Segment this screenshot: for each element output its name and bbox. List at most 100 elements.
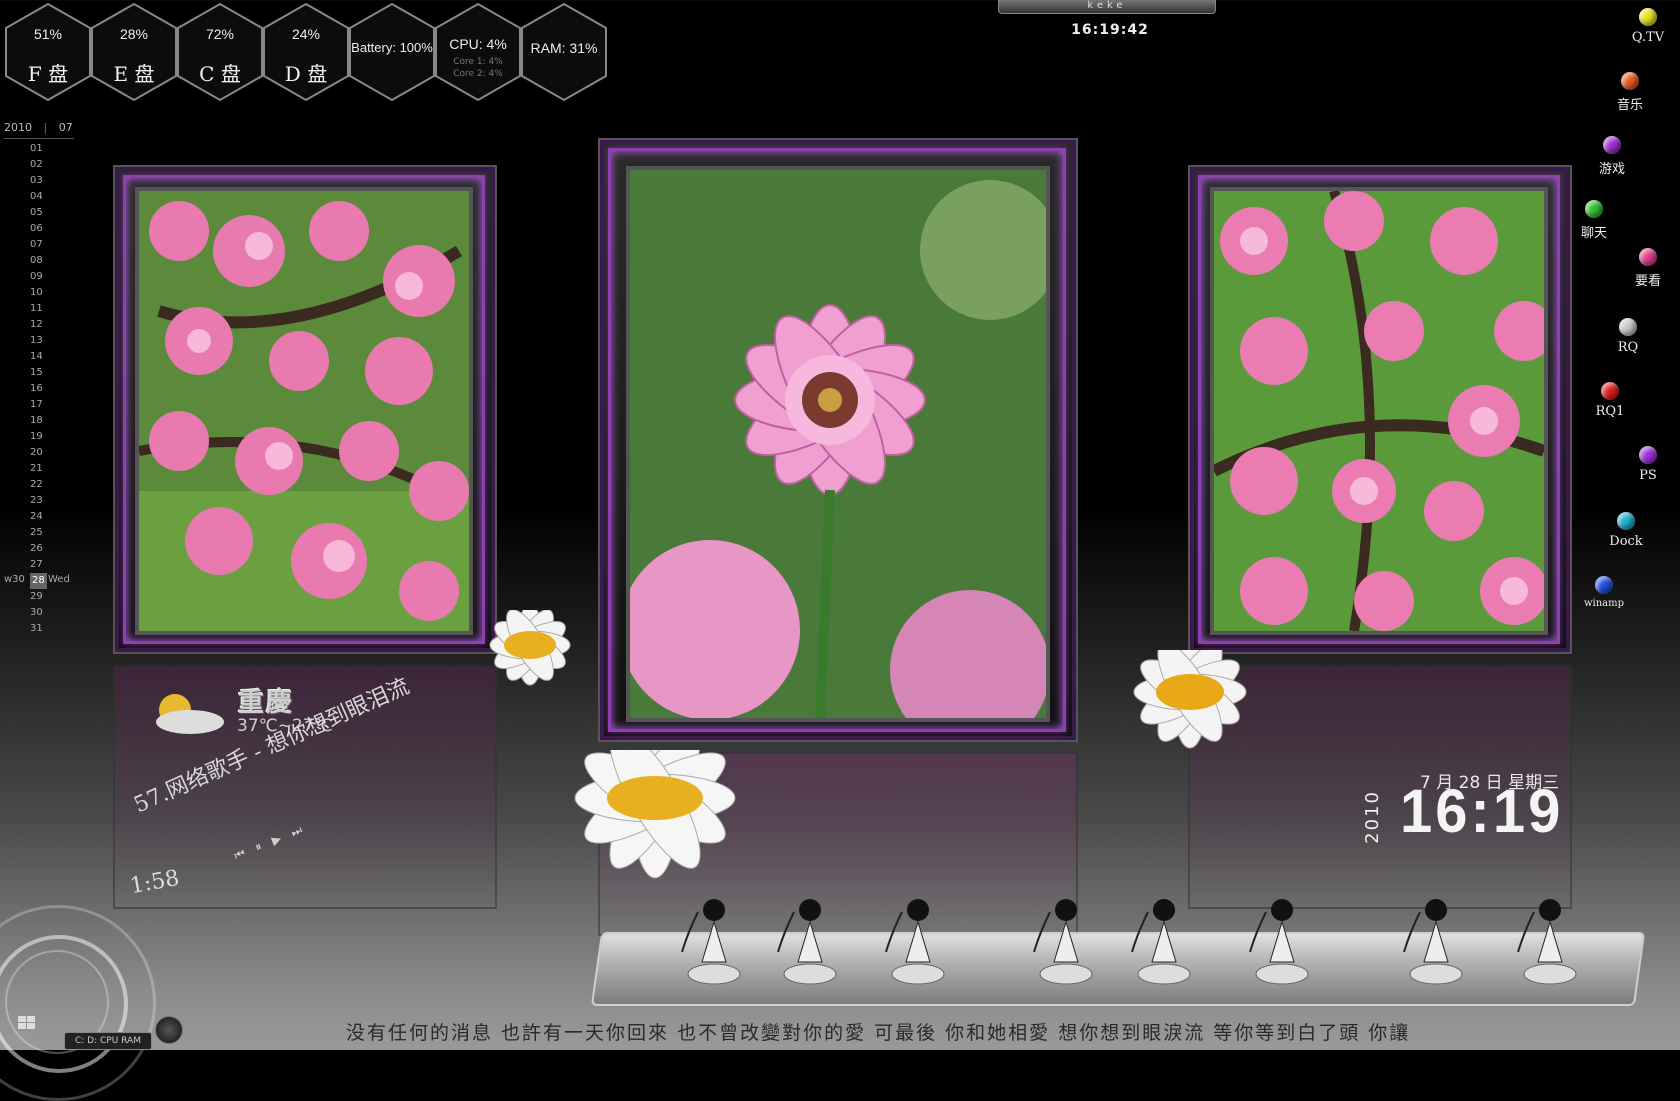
- calendar-day[interactable]: 11: [30, 301, 47, 317]
- character-dock-icon[interactable]: [1118, 892, 1210, 992]
- dock-item-7[interactable]: RQ1: [1580, 382, 1640, 419]
- drive-f-percent: 51%: [33, 26, 63, 42]
- dock-item-label: Q.TV: [1631, 30, 1665, 45]
- photo-frame-right[interactable]: [1188, 165, 1572, 654]
- drive-d-percent: 24%: [291, 26, 321, 42]
- calendar-weekday: Wed: [48, 574, 70, 585]
- calendar-day[interactable]: 28: [30, 573, 47, 589]
- calendar-day[interactable]: 09: [30, 269, 47, 285]
- calendar-day[interactable]: 27: [30, 557, 47, 573]
- photo-frame-center[interactable]: [598, 138, 1078, 742]
- dock-item-4[interactable]: 聊天: [1564, 200, 1624, 241]
- calendar-day[interactable]: 24: [30, 509, 47, 525]
- blossom-photo-right: [1210, 187, 1548, 635]
- drive-f-meter[interactable]: 51% F 盘: [4, 2, 92, 102]
- battery-meter: Battery: 100%: [348, 2, 436, 102]
- purple-ball-icon: [1603, 136, 1621, 154]
- ram-meter: RAM: 31%: [520, 2, 608, 102]
- calendar-day[interactable]: 22: [30, 477, 47, 493]
- calendar-year: 2010: [4, 121, 32, 134]
- weather-partly-cloudy-icon: [156, 694, 224, 734]
- yellow-ball-icon: [1639, 8, 1657, 26]
- calendar-day[interactable]: 04: [30, 189, 47, 205]
- flower-photo-center: [626, 166, 1050, 722]
- calendar-day[interactable]: 10: [30, 285, 47, 301]
- calendar-days: 01 02 03 04 05 06 07 08 09 10 11 12 13 14 15 16 17 18 19 20…: [30, 141, 47, 637]
- dock-item-2[interactable]: 音乐: [1600, 72, 1660, 113]
- photo-frame-left[interactable]: [113, 165, 497, 654]
- character-dock-icon[interactable]: [1390, 892, 1482, 992]
- character-dock-icon[interactable]: [764, 892, 856, 992]
- weather-city: 重慶: [238, 688, 295, 718]
- drive-c-meter[interactable]: 72% C 盘: [176, 2, 264, 102]
- daisy-icon: [574, 750, 736, 879]
- calendar-day[interactable]: 08: [30, 253, 47, 269]
- round-button[interactable]: [155, 1016, 183, 1044]
- calendar-day[interactable]: 20: [30, 445, 47, 461]
- dock-item-label: 游戏: [1598, 162, 1625, 177]
- calendar-day[interactable]: 15: [30, 365, 47, 381]
- calendar-day[interactable]: 23: [30, 493, 47, 509]
- calendar-day[interactable]: 06: [30, 221, 47, 237]
- calendar-day[interactable]: 29: [30, 589, 47, 605]
- dock-item-3[interactable]: 游戏: [1582, 136, 1642, 177]
- dock-item-label: 要看: [1634, 274, 1661, 289]
- system-meters: 51% F 盘 28% E 盘 72% C 盘 24% D 盘 Battery:…: [4, 2, 624, 102]
- clock-time: 16:19: [1400, 777, 1564, 846]
- calendar-day[interactable]: 21: [30, 461, 47, 477]
- character-dock-icon[interactable]: [1236, 892, 1328, 992]
- windows-logo-icon[interactable]: [18, 1016, 36, 1030]
- calendar-day[interactable]: 17: [30, 397, 47, 413]
- pink-ball-icon: [1639, 248, 1657, 266]
- calendar-day[interactable]: 31: [30, 621, 47, 637]
- cpu-core2: Core 2: 4%: [453, 69, 503, 79]
- calendar-day[interactable]: 01: [30, 141, 47, 157]
- calendar-day[interactable]: 02: [30, 157, 47, 173]
- dock-item-label: PS: [1639, 468, 1657, 483]
- silver-ball-icon: [1619, 318, 1637, 336]
- cpu-core1: Core 1: 4%: [453, 57, 503, 67]
- dock-item-label: 音乐: [1616, 98, 1643, 113]
- calendar-day[interactable]: 18: [30, 413, 47, 429]
- drive-f-label: F 盘: [27, 62, 69, 86]
- character-dock-icon[interactable]: [1020, 892, 1112, 992]
- battery-text: Battery: 100%: [351, 40, 433, 55]
- clock-year: 2010: [1362, 790, 1383, 844]
- violet-ball-icon: [1639, 446, 1657, 464]
- calendar-day[interactable]: 25: [30, 525, 47, 541]
- mini-monitor[interactable]: C: D: CPU RAM: [64, 1032, 152, 1050]
- dock-item-9[interactable]: Dock: [1596, 512, 1656, 549]
- dock-item-1[interactable]: Q.TV: [1618, 8, 1678, 45]
- green-ball-icon: [1585, 200, 1603, 218]
- calendar-day[interactable]: 30: [30, 605, 47, 621]
- dock-item-label: RQ1: [1595, 404, 1625, 419]
- user-bar[interactable]: keke: [998, 0, 1216, 14]
- character-dock-icon[interactable]: [872, 892, 964, 992]
- dock-item-8[interactable]: PS: [1618, 446, 1678, 483]
- dock-item-6[interactable]: RQ: [1598, 318, 1658, 355]
- character-dock-icon[interactable]: [1504, 892, 1596, 992]
- calendar-day[interactable]: 07: [30, 237, 47, 253]
- calendar-day[interactable]: 13: [30, 333, 47, 349]
- drive-e-meter[interactable]: 28% E 盘: [90, 2, 178, 102]
- cpu-meter: CPU: 4% Core 1: 4% Core 2: 4%: [434, 2, 522, 102]
- lyrics-ticker: 没有任何的消息 也許有一天你回來 也不曾改變對你的愛 可最後 你和她相愛 想你想…: [346, 1022, 1411, 1044]
- calendar-day[interactable]: 12: [30, 317, 47, 333]
- drive-d-label: D 盘: [284, 62, 328, 86]
- dock-item-label: 聊天: [1580, 226, 1607, 241]
- calendar-day[interactable]: 05: [30, 205, 47, 221]
- dock-item-10[interactable]: winamp: [1574, 576, 1634, 609]
- daisy-icon: [1133, 650, 1247, 749]
- character-dock-icon[interactable]: [668, 892, 760, 992]
- drive-e-percent: 28%: [119, 26, 149, 42]
- calendar-day[interactable]: 16: [30, 381, 47, 397]
- calendar-day[interactable]: 19: [30, 429, 47, 445]
- drive-c-label: C 盘: [199, 62, 241, 86]
- dock-item-5[interactable]: 要看: [1618, 248, 1678, 289]
- calendar-divider: [4, 138, 74, 139]
- calendar-day[interactable]: 26: [30, 541, 47, 557]
- dock-item-label: winamp: [1583, 598, 1625, 609]
- drive-d-meter[interactable]: 24% D 盘: [262, 2, 350, 102]
- calendar-day[interactable]: 03: [30, 173, 47, 189]
- calendar-day[interactable]: 14: [30, 349, 47, 365]
